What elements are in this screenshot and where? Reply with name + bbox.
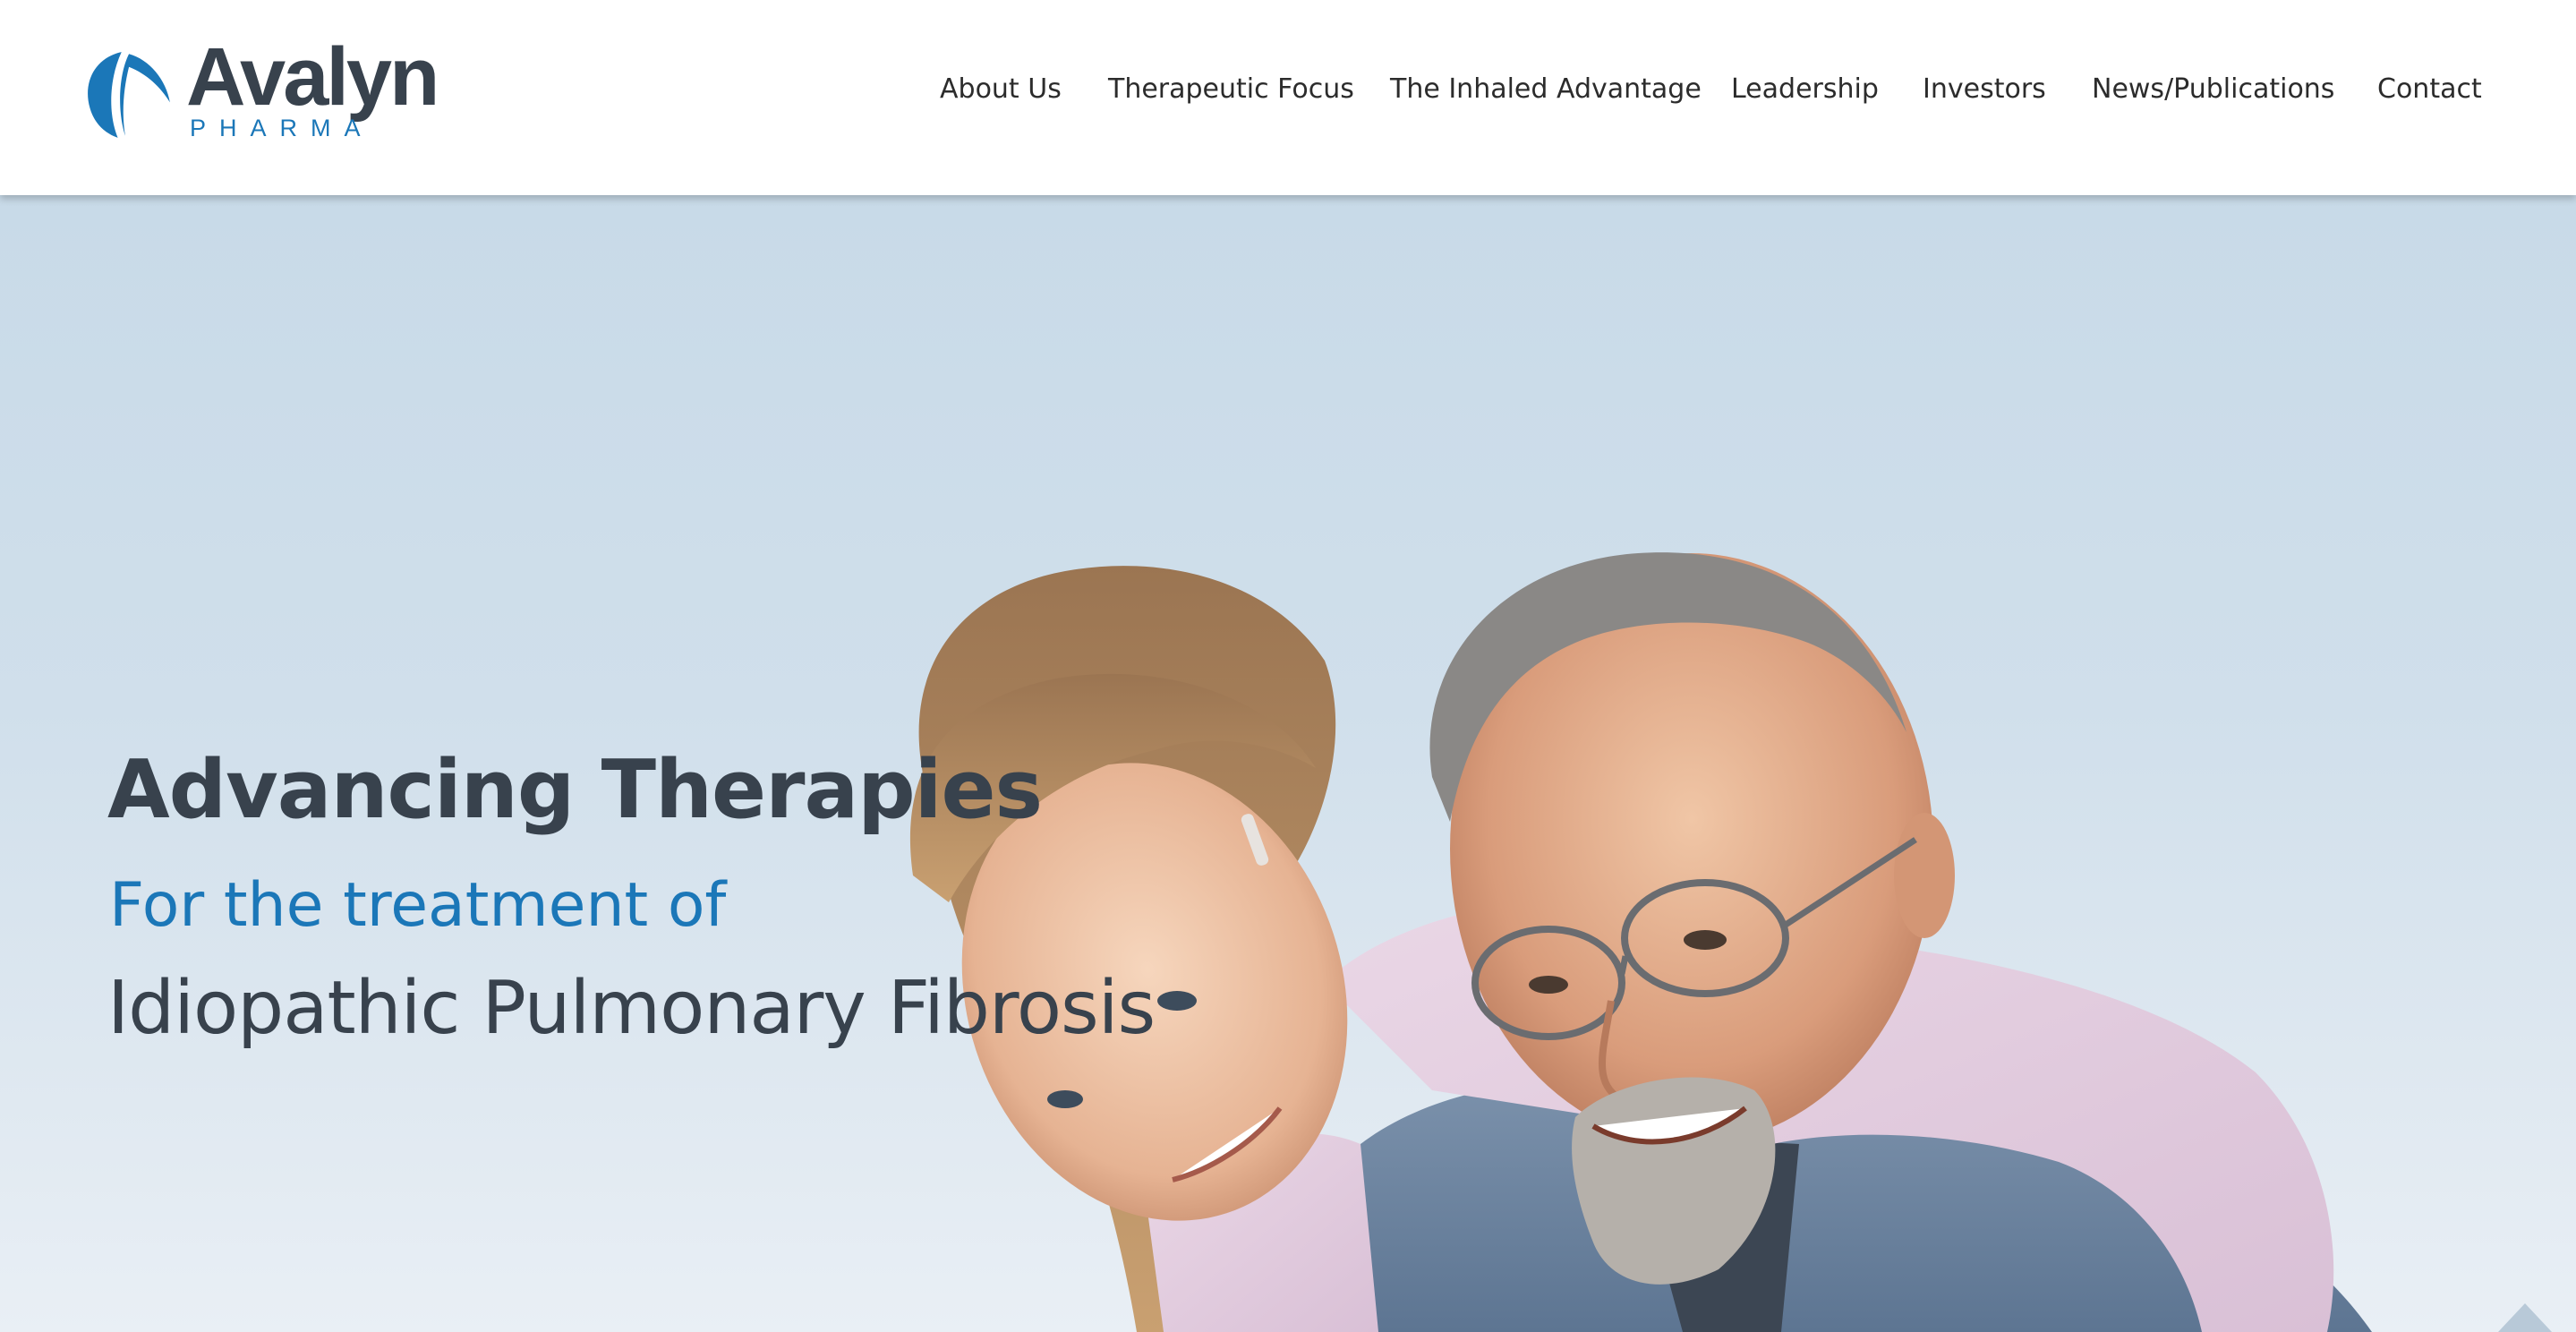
nav-about-us[interactable]: About Us	[940, 72, 1062, 107]
nav-contact[interactable]: Contact	[2377, 72, 2482, 107]
hero-subheadline: For the treatment of	[109, 870, 727, 941]
main-nav: About Us Therapeutic Focus The Inhaled A…	[0, 72, 2576, 107]
nav-therapeutic-focus[interactable]: Therapeutic Focus	[1108, 72, 1354, 107]
hero-condition: Idiopathic Pulmonary Fibrosis	[107, 966, 1156, 1051]
hero-banner: Advancing Therapies For the treatment of…	[0, 195, 2576, 1332]
nav-leadership[interactable]: Leadership	[1731, 72, 1879, 107]
nav-inhaled-advantage[interactable]: The Inhaled Advantage	[1390, 72, 1702, 107]
site-header: Avalyn PHARMA About Us Therapeutic Focus…	[0, 0, 2576, 195]
nav-investors[interactable]: Investors	[1923, 72, 2046, 107]
brand-tagline: PHARMA	[190, 115, 374, 141]
triangle-up-icon[interactable]	[2494, 1296, 2556, 1332]
hero-headline: Advancing Therapies	[107, 743, 1043, 837]
nav-news-publications[interactable]: News/Publications	[2092, 72, 2334, 107]
hero-text-block: Advancing Therapies For the treatment of…	[107, 743, 1156, 1051]
